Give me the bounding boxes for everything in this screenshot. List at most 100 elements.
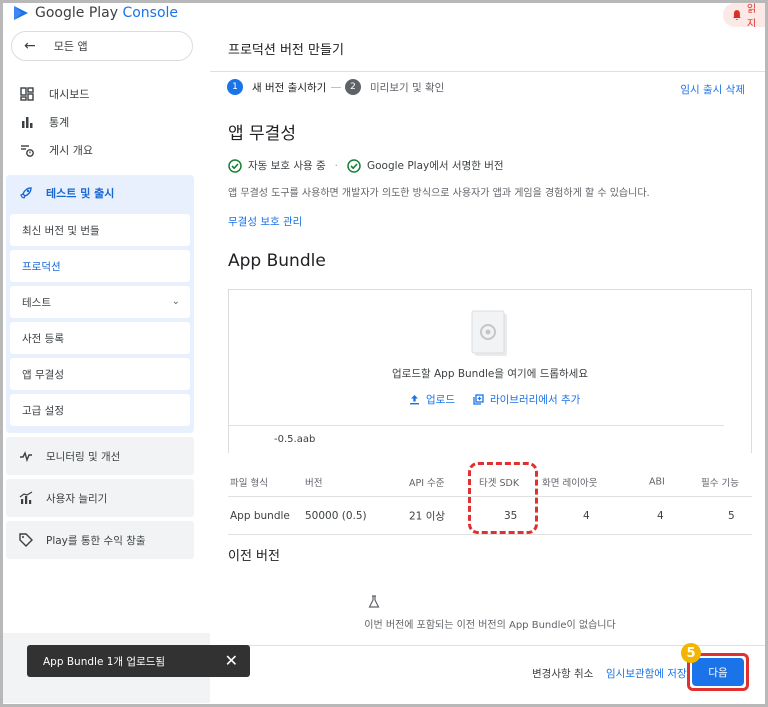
uploaded-file-row: -0.5.aab: [228, 425, 724, 453]
subitem-label: 프로덕션: [22, 260, 61, 273]
dashboard-icon: [19, 86, 35, 102]
all-apps-button[interactable]: ← 모든 앱: [11, 31, 193, 61]
dropzone-actions: 업로드 라이브러리에서 추가: [409, 392, 580, 407]
top-bar: Google Play Console 읽지: [3, 3, 765, 30]
close-icon[interactable]: ✕: [225, 651, 238, 670]
sidebar-item-dashboard[interactable]: 대시보드: [3, 80, 203, 108]
integrity-description: 앱 무결성 도구를 사용하면 개발자가 의도한 방식으로 사용자가 앱과 게임을…: [228, 188, 650, 199]
sidebar-item-statistics[interactable]: 통계: [3, 108, 203, 136]
divider: [210, 71, 765, 72]
sidebar-item-test-and-release[interactable]: 테스트 및 출시: [6, 175, 194, 211]
subitem-label: 테스트: [22, 296, 51, 309]
upload-button[interactable]: 업로드: [409, 392, 455, 407]
sidebar-item-grow-users[interactable]: 사용자 늘리기: [6, 479, 194, 517]
subitem-label: 앱 무결성: [22, 368, 64, 381]
bottom-action-bar: 변경사항 취소 임시보관함에 저장 다음 5: [210, 643, 765, 704]
sidebar-item-label: 통계: [49, 116, 70, 129]
discard-draft-link[interactable]: 임시 출시 삭제: [680, 82, 745, 97]
check-circle-icon: [228, 158, 242, 173]
table-cell: 21 이상: [409, 510, 446, 522]
page-title: 프로덕션 버전 만들기: [228, 43, 344, 58]
publish-overview-icon: [19, 142, 35, 158]
sidebar-item-monetize[interactable]: Play를 통한 수익 창출: [6, 521, 194, 559]
sidebar-item-production[interactable]: 프로덕션: [10, 250, 190, 282]
group-label: 모니터링 및 개선: [46, 450, 121, 463]
step-number-badge: 5: [681, 643, 701, 663]
table-cell: 4: [583, 509, 590, 522]
column-header: 화면 레이아웃: [542, 477, 598, 489]
auto-protection-text: 자동 보호 사용 중: [248, 160, 326, 172]
discard-changes-button[interactable]: 변경사항 취소: [532, 666, 593, 681]
logo-console-text: Console: [122, 5, 179, 21]
sidebar-item-testing[interactable]: 테스트 ⌄: [10, 286, 190, 318]
subitem-label: 사전 등록: [22, 332, 64, 345]
sidebar-item-advanced-settings[interactable]: 고급 설정: [10, 394, 190, 426]
app-bundle-file-icon: [471, 310, 507, 356]
save-draft-button[interactable]: 임시보관함에 저장: [606, 666, 687, 681]
arrow-back-icon: ←: [24, 38, 36, 54]
bell-alert-icon: [732, 10, 741, 20]
previous-versions-title: 이전 버전: [228, 549, 280, 564]
add-from-library-button[interactable]: 라이브러리에서 추가: [473, 392, 580, 407]
play-signed-text: Google Play에서 서명한 버전: [366, 160, 504, 172]
sidebar-item-latest-releases[interactable]: 최신 버전 및 번들: [10, 214, 190, 246]
column-header: API 수준: [409, 477, 445, 489]
library-add-icon: [473, 394, 484, 405]
manage-integrity-link[interactable]: 무결성 보호 관리: [228, 214, 302, 229]
snackbar-message: App Bundle 1개 업로드됨: [43, 655, 166, 668]
bar-chart-icon: [19, 114, 35, 130]
sidebar-item-monitor-and-improve[interactable]: 모니터링 및 개선: [6, 437, 194, 475]
notification-text: 읽지: [746, 4, 757, 30]
step-new-release[interactable]: 1 새 버전 출시하기: [227, 79, 326, 95]
section-label: 테스트 및 출시: [46, 187, 115, 200]
step-number: 1: [227, 79, 243, 95]
column-header: 필수 기능: [701, 477, 739, 489]
sidebar-item-label: 게시 개요: [49, 144, 93, 157]
play-console-logo-icon: [14, 6, 28, 20]
rocket-icon: [18, 185, 34, 201]
app-integrity-title: 앱 무결성: [228, 124, 296, 144]
table-cell: 5: [728, 509, 735, 522]
file-name: -0.5.aab: [274, 434, 316, 445]
group-label: 사용자 늘리기: [46, 492, 108, 505]
chevron-down-icon: ⌄: [171, 296, 180, 307]
target-sdk-highlight: [468, 462, 538, 534]
logo-google-play-text: Google Play: [35, 5, 119, 21]
sidebar-item-label: 대시보드: [49, 88, 90, 101]
step-preview-confirm[interactable]: 2 미리보기 및 확인: [345, 79, 444, 95]
sidebar-item-publishing-overview[interactable]: 게시 개요: [3, 136, 203, 164]
subitem-label: 고급 설정: [22, 404, 64, 417]
upload-icon: [410, 395, 419, 405]
separator-dot: ·: [334, 159, 338, 172]
column-header: ABI: [649, 476, 665, 487]
table-cell: 50000 (0.5): [305, 509, 367, 522]
column-header: 파일 형식: [230, 477, 268, 489]
column-header: 버전: [305, 477, 323, 489]
add-from-library-label: 라이브러리에서 추가: [489, 394, 581, 406]
check-circle-icon: [347, 158, 361, 173]
step-label: 미리보기 및 확인: [370, 81, 445, 94]
notification-button[interactable]: 읽지: [723, 3, 765, 30]
subitem-label: 최신 버전 및 번들: [22, 224, 100, 237]
sidebar-item-pre-registration[interactable]: 사전 등록: [10, 322, 190, 354]
next-button[interactable]: 다음: [692, 658, 744, 686]
growth-icon: [18, 490, 34, 506]
step-connector: [331, 87, 341, 88]
flask-icon: [368, 595, 380, 608]
table-cell: 4: [657, 509, 664, 522]
all-apps-label: 모든 앱: [53, 40, 88, 53]
previous-versions-empty: 이번 버전에 포함되는 이전 버전의 App Bundle이 없습니다: [364, 620, 616, 631]
sidebar: ← 모든 앱 대시보드 통계 게시 개요 테스트 및 출시 최신 버전 및 번들…: [3, 27, 213, 704]
vitals-icon: [18, 448, 34, 464]
google-play-console-logo[interactable]: Google Play Console: [13, 5, 178, 21]
snackbar: App Bundle 1개 업로드됨 ✕: [27, 645, 250, 677]
step-number: 2: [345, 79, 361, 95]
test-and-release-section: 테스트 및 출시 최신 버전 및 번들 프로덕션 테스트 ⌄ 사전 등록 앱 무결…: [6, 175, 194, 433]
integrity-status: 자동 보호 사용 중 · Google Play에서 서명한 버전: [228, 158, 504, 173]
group-label: Play를 통한 수익 창출: [46, 534, 146, 547]
tag-icon: [18, 532, 34, 548]
sidebar-item-app-integrity[interactable]: 앱 무결성: [10, 358, 190, 390]
app-bundle-title: App Bundle: [228, 251, 326, 271]
table-cell: App bundle: [230, 509, 290, 522]
upload-label: 업로드: [426, 394, 455, 406]
